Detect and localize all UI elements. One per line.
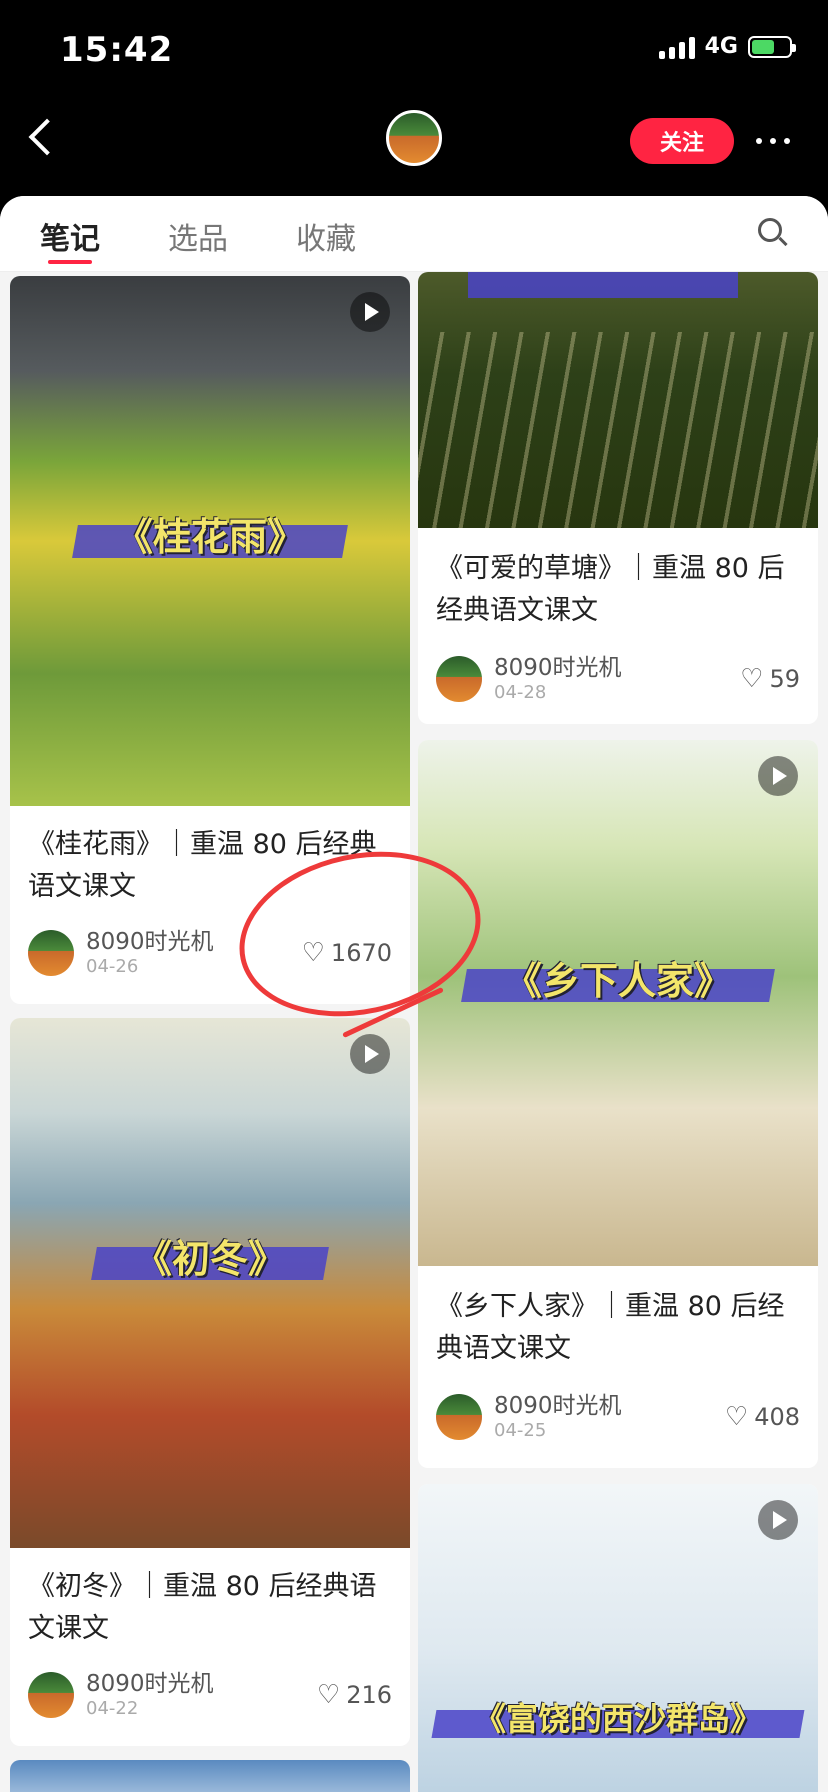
note-date: 04-28 <box>494 682 547 703</box>
search-icon[interactable] <box>758 218 788 248</box>
follow-button[interactable]: 关注 <box>630 118 734 164</box>
author-name: 8090时光机 <box>86 1671 214 1697</box>
signal-icon <box>658 35 695 59</box>
tab-collections[interactable]: 收藏 <box>296 214 356 258</box>
note-title: 《可爱的草塘》｜重温 80 后经典语文课文 <box>436 553 785 626</box>
note-date: 04-25 <box>494 1420 547 1441</box>
note-card[interactable]: 《初冬》 《初冬》｜重温 80 后经典语文课文 8090时光机 04-22 ♡ … <box>10 1018 410 1746</box>
note-cover-image <box>418 272 818 528</box>
like-count: 408 <box>754 1403 800 1431</box>
like-button[interactable]: ♡ 408 <box>725 1402 800 1432</box>
note-card[interactable]: 《可爱的草塘》｜重温 80 后经典语文课文 8090时光机 04-28 ♡ 59 <box>418 272 818 724</box>
status-indicators: 4G <box>658 34 796 59</box>
note-author[interactable]: 8090时光机 04-28 <box>436 654 622 704</box>
note-card[interactable] <box>10 1760 410 1792</box>
note-author[interactable]: 8090时光机 04-25 <box>436 1392 622 1442</box>
avatar <box>436 656 482 702</box>
cover-banner-text: 《富饶的西沙群岛》 <box>474 1694 762 1740</box>
status-time: 15:42 <box>60 30 174 70</box>
network-type: 4G <box>704 34 738 59</box>
cover-banner-text: 《桂花雨》 <box>115 506 305 561</box>
avatar <box>28 930 74 976</box>
note-title: 《初冬》｜重温 80 后经典语文课文 <box>28 1571 377 1644</box>
back-icon[interactable] <box>28 118 66 156</box>
profile-avatar[interactable] <box>386 110 442 166</box>
author-name: 8090时光机 <box>86 929 214 955</box>
note-author[interactable]: 8090时光机 04-26 <box>28 928 214 978</box>
avatar <box>28 1672 74 1718</box>
cover-banner-text: 《乡下人家》 <box>504 950 732 1005</box>
note-date: 04-22 <box>86 1698 139 1719</box>
heart-icon: ♡ <box>724 1402 749 1432</box>
heart-icon: ♡ <box>740 664 764 694</box>
battery-icon <box>748 35 796 58</box>
tab-bar: 笔记 选品 收藏 <box>0 196 828 272</box>
note-cover-image: 《富饶的西沙群岛》 <box>418 1484 818 1792</box>
note-cover-image: 《初冬》 <box>10 1018 410 1548</box>
avatar <box>436 1394 482 1440</box>
active-tab-indicator <box>48 260 92 264</box>
like-button[interactable]: ♡ 59 <box>740 664 800 694</box>
note-card[interactable]: 《乡下人家》 《乡下人家》｜重温 80 后经典语文课文 8090时光机 04-2… <box>418 740 818 1468</box>
video-play-icon <box>350 292 390 332</box>
like-count: 59 <box>769 665 800 693</box>
top-bar: 15:42 4G 关注 <box>0 0 828 196</box>
video-play-icon <box>350 1034 390 1074</box>
author-name: 8090时光机 <box>494 655 622 681</box>
heart-icon: ♡ <box>316 1680 341 1710</box>
author-name: 8090时光机 <box>494 1393 622 1419</box>
note-author[interactable]: 8090时光机 04-22 <box>28 1670 214 1720</box>
video-play-icon <box>758 1500 798 1540</box>
note-card[interactable]: 《富饶的西沙群岛》 <box>418 1484 818 1792</box>
like-count: 216 <box>346 1681 392 1709</box>
more-options-icon[interactable] <box>756 138 790 144</box>
note-cover-image: 《桂花雨》 <box>10 276 410 806</box>
note-date: 04-26 <box>86 956 139 977</box>
cover-banner-text: 《初冬》 <box>134 1228 286 1283</box>
note-cover-image: 《乡下人家》 <box>418 740 818 1266</box>
note-title: 《乡下人家》｜重温 80 后经典语文课文 <box>436 1291 785 1364</box>
video-play-icon <box>758 756 798 796</box>
tab-products[interactable]: 选品 <box>168 214 228 258</box>
like-button[interactable]: ♡ 216 <box>317 1680 392 1710</box>
tab-notes[interactable]: 笔记 <box>40 214 100 258</box>
